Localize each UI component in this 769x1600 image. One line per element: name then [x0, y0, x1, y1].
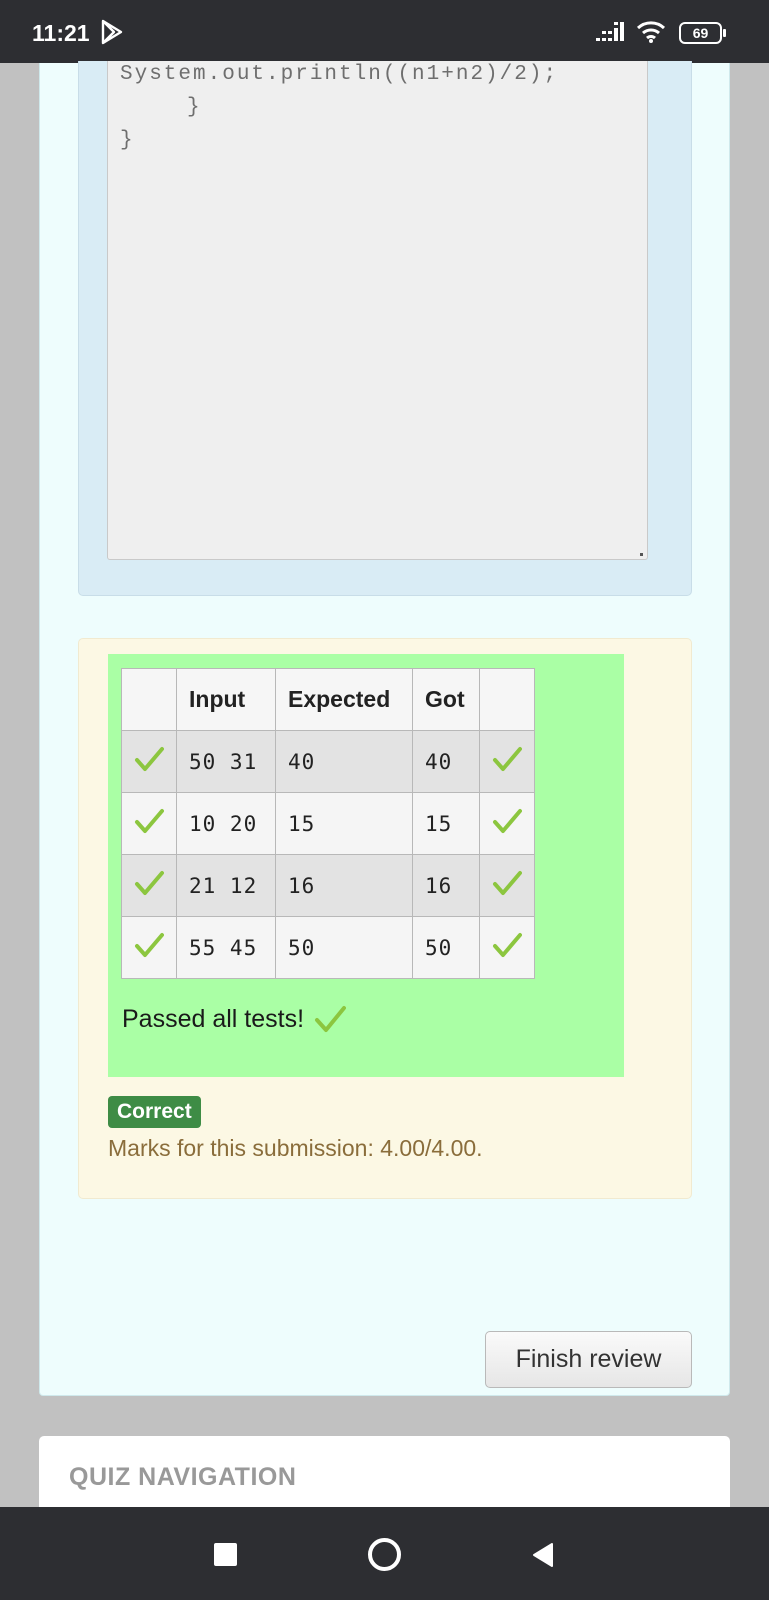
cell-expected: 16: [275, 854, 413, 917]
finish-review-button[interactable]: Finish review: [485, 1331, 692, 1388]
check-icon: [121, 792, 177, 855]
cell-expected: 40: [275, 730, 413, 793]
table-header-row: Input Expected Got: [121, 668, 535, 731]
wifi-icon: [636, 21, 666, 43]
question-container: System.out.println((n1+n2)/2); } } Input…: [39, 61, 730, 1396]
status-time: 11:21: [32, 20, 90, 46]
quiz-navigation-title: QUIZ NAVIGATION: [69, 1463, 297, 1491]
table-row: 50 31 40 40: [121, 730, 535, 793]
check-icon: [479, 916, 535, 979]
header-cell: [479, 668, 535, 731]
check-icon: [479, 854, 535, 917]
cell-input: 50 31: [176, 730, 276, 793]
code-line: System.out.println((n1+n2)/2);: [120, 63, 559, 86]
passed-summary: Passed all tests!: [122, 1004, 347, 1034]
check-icon: [479, 792, 535, 855]
marks-text: Marks for this submission: 4.00/4.00.: [108, 1135, 483, 1161]
code-line: }: [187, 96, 202, 119]
table-row: 55 45 50 50: [121, 916, 535, 979]
cell-got: 16: [412, 854, 480, 917]
header-input: Input: [176, 668, 276, 731]
code-line: }: [120, 129, 135, 152]
check-icon: [121, 854, 177, 917]
feedback-panel: Input Expected Got 50 31 40 40 10 20 15: [78, 638, 692, 1199]
cell-expected: 15: [275, 792, 413, 855]
play-store-icon: [101, 19, 123, 45]
cell-got: 50: [412, 916, 480, 979]
quiz-navigation-block: QUIZ NAVIGATION: [39, 1436, 730, 1516]
signal-icon: [596, 22, 624, 41]
resize-grip[interactable]: [640, 553, 643, 556]
correct-badge: Correct: [108, 1096, 201, 1128]
check-icon: [121, 916, 177, 979]
status-bar: 11:21 69: [0, 0, 769, 63]
table-row: 10 20 15 15: [121, 792, 535, 855]
test-results-table: Input Expected Got 50 31 40 40 10 20 15: [121, 668, 535, 979]
cell-input: 21 12: [176, 854, 276, 917]
cell-expected: 50: [275, 916, 413, 979]
back-button[interactable]: [532, 1542, 554, 1568]
answer-panel: System.out.println((n1+n2)/2); } }: [78, 61, 692, 596]
home-button[interactable]: [368, 1538, 401, 1571]
passed-text: Passed all tests!: [122, 1004, 305, 1033]
test-results-box: Input Expected Got 50 31 40 40 10 20 15: [108, 654, 624, 1077]
system-nav-bar: [0, 1507, 769, 1600]
cell-input: 55 45: [176, 916, 276, 979]
cell-input: 10 20: [176, 792, 276, 855]
table-row: 21 12 16 16: [121, 854, 535, 917]
recents-button[interactable]: [214, 1543, 237, 1566]
check-icon: [121, 730, 177, 793]
code-editor[interactable]: System.out.println((n1+n2)/2); } }: [107, 61, 648, 560]
battery-icon: 69: [679, 22, 722, 44]
header-expected: Expected: [275, 668, 413, 731]
header-cell: [121, 668, 177, 731]
check-icon: [315, 1006, 347, 1032]
cell-got: 40: [412, 730, 480, 793]
battery-tip: [723, 29, 726, 37]
header-got: Got: [412, 668, 480, 731]
check-icon: [479, 730, 535, 793]
cell-got: 15: [412, 792, 480, 855]
